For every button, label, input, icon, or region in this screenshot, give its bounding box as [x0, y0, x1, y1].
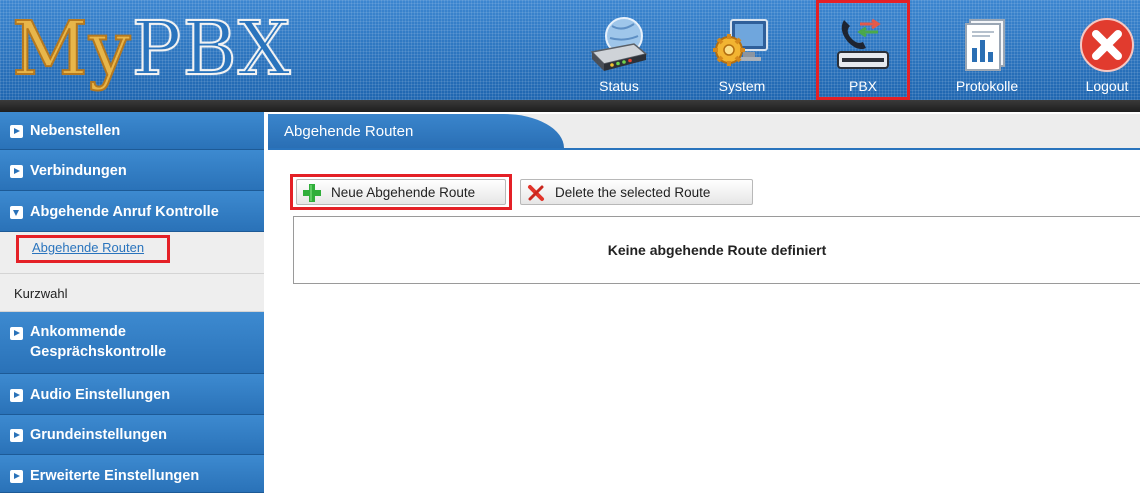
system-monitor-icon: [713, 19, 768, 66]
nav-system[interactable]: System: [702, 0, 782, 100]
delete-route-label: Delete the selected Route: [555, 185, 711, 200]
sidebar-subitem-kurzwahl[interactable]: Kurzwahl: [0, 274, 264, 312]
new-route-label: Neue Abgehende Route: [331, 185, 476, 200]
header-divider-bar: [0, 100, 1140, 112]
chevron-right-icon: [10, 389, 23, 402]
sidebar-item-audio-einstellungen[interactable]: Audio Einstellungen: [0, 374, 264, 415]
sidebar-item-label: Erweiterte Einstellungen: [30, 468, 200, 484]
delete-route-button[interactable]: Delete the selected Route: [520, 179, 753, 205]
tab-abgehende-routen[interactable]: Abgehende Routen: [268, 114, 564, 148]
nav-system-label: System: [718, 78, 766, 94]
delete-x-icon: [528, 185, 544, 201]
report-document-icon: [965, 19, 1005, 71]
logo-pbx: PBX: [131, 5, 292, 93]
logo-my: My: [11, 5, 132, 93]
nav-pbx[interactable]: PBX: [816, 0, 910, 100]
sidebar-item-ankommende-gespraechskontrolle[interactable]: Ankommende Gesprächskontrolle: [0, 312, 264, 374]
nav-logout-label: Logout: [1085, 78, 1129, 94]
sidebar-item-label: Nebenstellen: [30, 123, 121, 139]
tab-label: Abgehende Routen: [284, 123, 414, 140]
sidebar-subitem-label: Kurzwahl: [14, 286, 68, 301]
chevron-right-icon: [10, 429, 23, 442]
sidebar-item-verbindungen[interactable]: Verbindungen: [0, 150, 264, 191]
sidebar-subitem-label[interactable]: Abgehende Routen: [32, 240, 144, 255]
chevron-right-icon: [10, 327, 23, 340]
plus-icon: [303, 184, 321, 202]
nav-status[interactable]: Status: [584, 0, 654, 100]
sidebar-item-abgehende-anruf-kontrolle[interactable]: Abgehende Anruf Kontrolle: [0, 191, 264, 232]
sidebar-item-erweiterte-einstellungen[interactable]: Erweiterte Einstellungen: [0, 455, 264, 493]
nav-pbx-label: PBX: [848, 78, 877, 94]
mypbx-logo: MyPBX: [11, 4, 292, 94]
sidebar-item-label: Ankommende: [30, 324, 126, 340]
sidebar-item-label: Grundeinstellungen: [30, 427, 167, 443]
chevron-down-icon: [10, 206, 23, 219]
sidebar-item-grundeinstellungen[interactable]: Grundeinstellungen: [0, 415, 264, 455]
sidebar-item-label: Abgehende Anruf Kontrolle: [30, 204, 219, 220]
router-icon: [590, 17, 648, 71]
sidebar-item-nebenstellen[interactable]: Nebenstellen: [0, 112, 264, 150]
empty-message: Keine abgehende Route definiert: [607, 242, 827, 258]
logout-x-icon: [1080, 18, 1134, 72]
content-tabbar: Abgehende Routen: [268, 114, 1140, 150]
chevron-right-icon: [10, 165, 23, 178]
pbx-phone-icon: [837, 18, 889, 69]
new-route-button[interactable]: Neue Abgehende Route: [296, 179, 506, 205]
chevron-right-icon: [10, 470, 23, 483]
nav-status-label: Status: [599, 78, 639, 94]
sidebar-item-label: Verbindungen: [30, 163, 127, 179]
sidebar-item-label: Audio Einstellungen: [30, 387, 171, 403]
sidebar-subitem-abgehende-routen[interactable]: Abgehende Routen: [0, 232, 264, 274]
routes-table-empty: Keine abgehende Route definiert: [293, 216, 1140, 284]
sidebar-item-label: Gesprächskontrolle: [30, 344, 167, 360]
top-header: MyPBX Status System PBX Protokolle Logou…: [0, 0, 1140, 100]
nav-logout[interactable]: Logout: [1074, 0, 1140, 100]
chevron-right-icon: [10, 125, 23, 138]
sidebar: Nebenstellen Verbindungen Abgehende Anru…: [0, 112, 264, 493]
nav-protokolle[interactable]: Protokolle: [940, 0, 1034, 100]
nav-protokolle-label: Protokolle: [955, 78, 1019, 94]
